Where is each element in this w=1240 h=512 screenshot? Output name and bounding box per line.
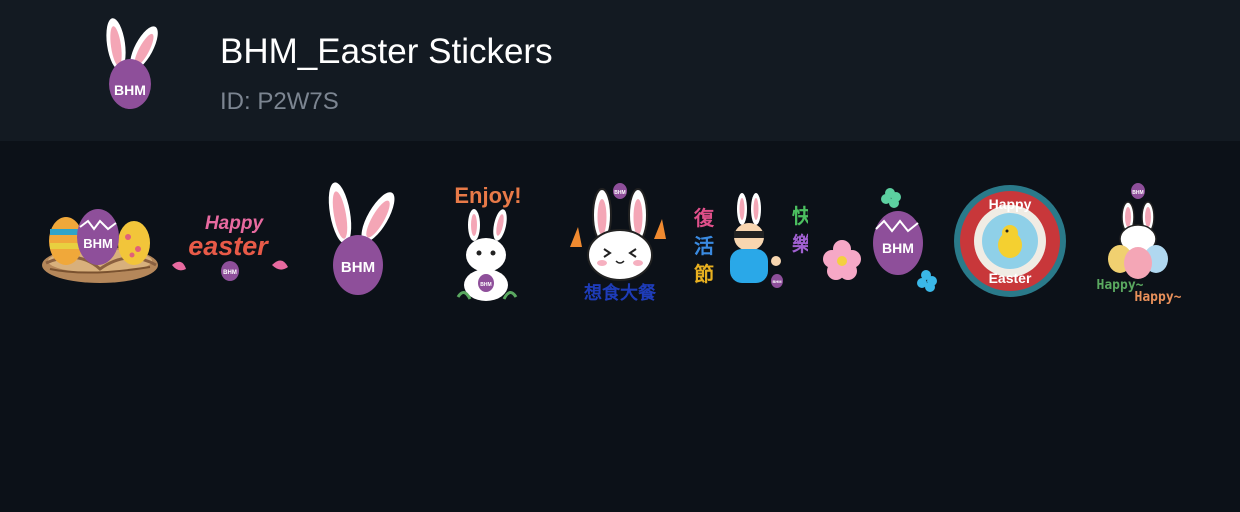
pack-id: ID: P2W7S: [220, 88, 339, 115]
sticker-text: Enjoy!: [454, 183, 521, 208]
flower-egg-sticker[interactable]: BHM: [814, 177, 938, 307]
sticker-text: 想食大餐: [584, 282, 657, 304]
sticker-badge: BHM: [772, 279, 782, 284]
sticker-text-line2: Happy~: [1135, 290, 1182, 305]
happy-easter-wreath-sticker[interactable]: Happy Easter: [946, 177, 1070, 307]
left-char-1: 復: [693, 206, 715, 230]
wreath-bottom-text: Easter: [989, 270, 1032, 286]
icon-text: BHM: [114, 82, 146, 98]
eggs-in-nest-sticker[interactable]: BHM: [38, 177, 162, 307]
right-char-1: 快: [792, 204, 808, 228]
left-char-3: 節: [694, 262, 714, 286]
right-char-2: 樂: [792, 232, 808, 256]
sticker-text: BHM: [83, 236, 113, 251]
sticker-text: BHM: [882, 240, 914, 256]
pack-header: BHM BHM_Easter Stickers ID: P2W7S: [0, 0, 1240, 141]
sticker-text-line2: easter: [188, 231, 269, 261]
happy-easter-lettering-sticker[interactable]: Happy easter BHM: [168, 177, 292, 307]
sticker-text: BHM: [341, 259, 375, 276]
enjoy-bunny-sticker[interactable]: Enjoy! BHM: [424, 177, 548, 307]
sticker-badge: BHM: [1132, 190, 1143, 196]
happy-happy-bunny-sticker[interactable]: BHM Happy~ Happy~: [1076, 177, 1200, 307]
sticker-grid: BHM Happy easter BHM BHM Enjoy! BHM BHM …: [0, 141, 1240, 512]
bunny-ears-bhm-egg-sticker[interactable]: BHM: [298, 177, 422, 307]
wreath-top-text: Happy: [989, 196, 1032, 212]
sticker-badge: BHM: [480, 282, 491, 288]
hungry-bunny-sticker[interactable]: BHM 想食大餐: [556, 177, 680, 307]
pack-title: BHM_Easter Stickers: [220, 32, 553, 71]
bunny-ears-bhm-egg-icon: BHM: [92, 14, 172, 114]
left-char-2: 活: [694, 234, 714, 258]
sticker-badge: BHM: [223, 270, 237, 276]
sticker-badge: BHM: [614, 190, 625, 196]
happy-easter-chinese-sticker[interactable]: 復 活 節 快 樂 BHM: [684, 177, 808, 307]
